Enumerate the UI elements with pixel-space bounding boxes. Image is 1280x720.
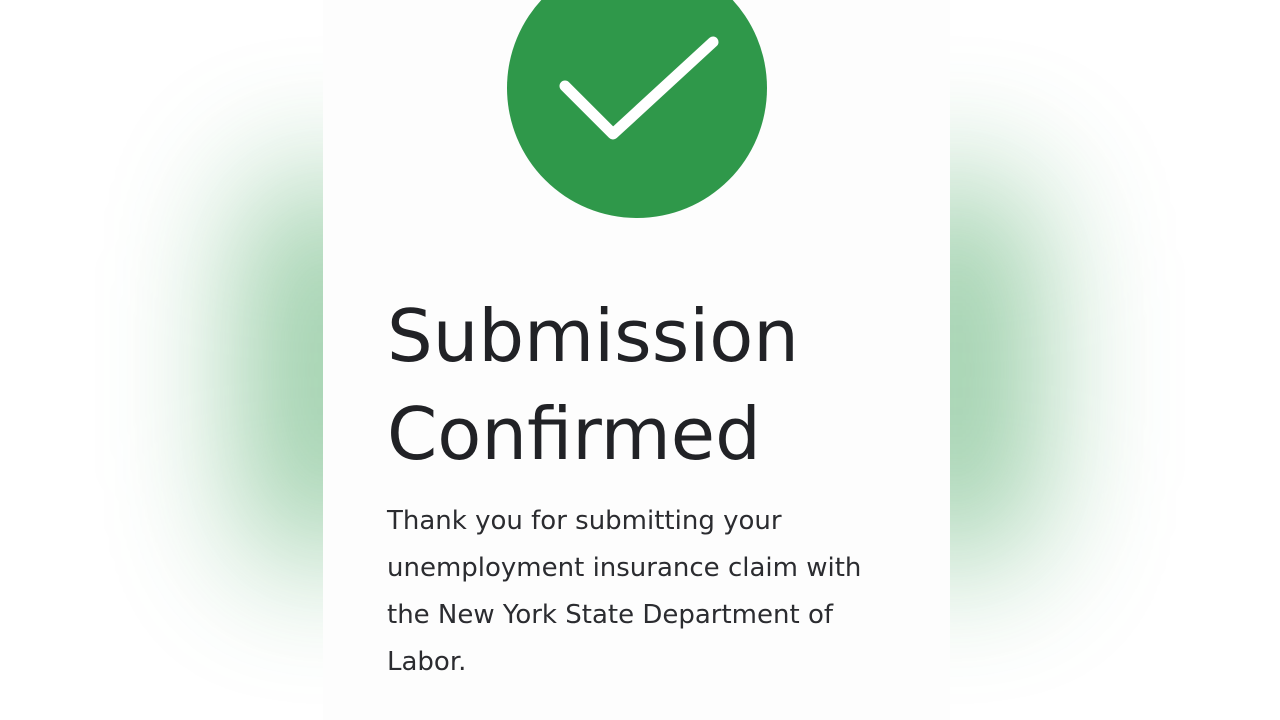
screen: Submission Confirmed Thank you for submi…	[0, 0, 1280, 720]
checkmark-icon	[559, 36, 719, 140]
title-line-1: Submission	[387, 294, 799, 378]
page-title: Submission Confirmed	[387, 287, 799, 483]
success-badge	[507, 0, 767, 218]
confirmation-message: Thank you for submitting your unemployme…	[387, 506, 862, 677]
confirmation-card: Submission Confirmed Thank you for submi…	[323, 0, 950, 720]
title-line-2: Confirmed	[387, 392, 761, 476]
